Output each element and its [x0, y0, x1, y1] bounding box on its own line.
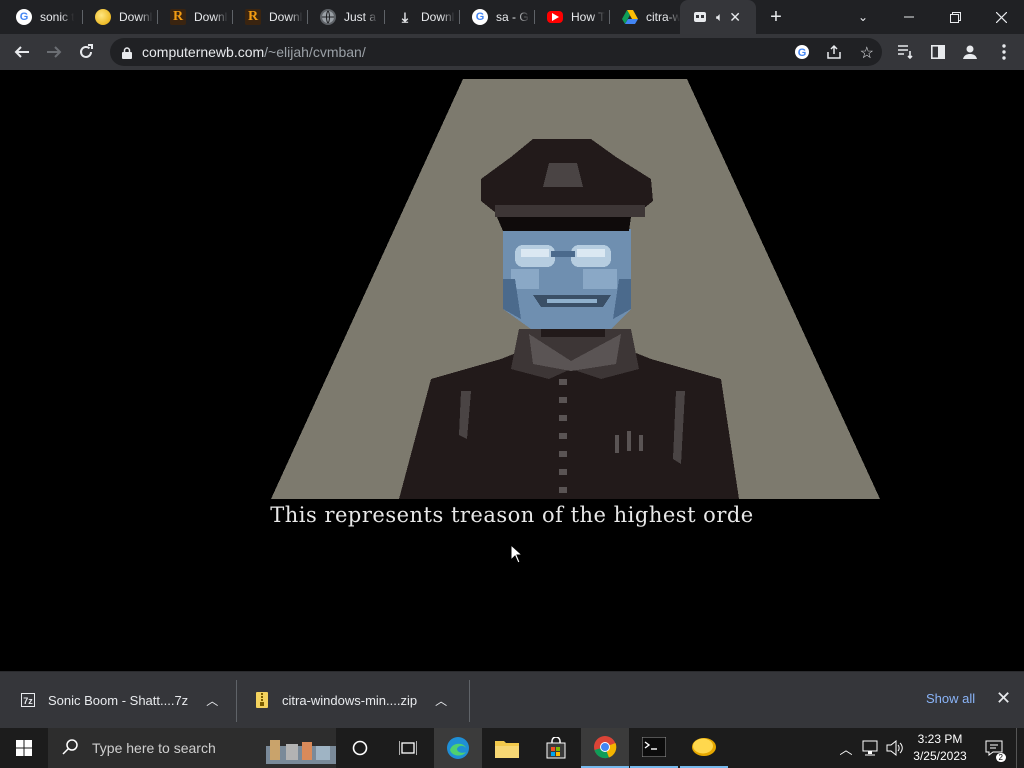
tab-title: Downl [194, 10, 228, 24]
game-icon [692, 9, 708, 25]
tab-title: citra-w [646, 10, 680, 24]
menu-kebab-icon[interactable] [990, 38, 1018, 66]
url-host: computernewb.com [142, 44, 265, 60]
download-item-1[interactable]: citra-windows-min....zip ︿ [254, 672, 447, 728]
notification-count-badge: 2 [995, 753, 1006, 762]
tab-title: How T [571, 10, 605, 24]
google-icon: G [472, 9, 488, 25]
tab-strip: G sonic t Downl R Downl R Downl Just a ⤓… [0, 0, 1024, 34]
task-view-button[interactable] [384, 728, 432, 768]
chevron-up-icon[interactable]: ︿ [435, 692, 447, 709]
url-path: /~elijah/cvmban/ [264, 44, 366, 60]
dialogue-caption: This represents treason of the highest o… [270, 503, 754, 527]
download-filename: citra-windows-min....zip [282, 692, 418, 708]
taskbar-search-box[interactable]: Type here to search [48, 728, 336, 768]
minimize-button[interactable] [886, 0, 932, 34]
tab-title: sa - Gi [496, 10, 530, 24]
archive-icon: 7z [20, 691, 36, 709]
edge-taskbar-icon[interactable] [434, 728, 482, 768]
lock-icon[interactable] [122, 46, 132, 59]
url-text: computernewb.com/~elijah/cvmban/ [142, 44, 366, 60]
reading-list-icon[interactable] [892, 38, 920, 66]
start-button[interactable] [0, 728, 48, 768]
share-icon[interactable] [826, 44, 842, 65]
google-lens-icon[interactable]: G [794, 44, 810, 65]
tab-title: sonic t [40, 10, 74, 24]
tab-4[interactable]: Just a [308, 0, 384, 34]
show-desktop-button[interactable] [1016, 728, 1024, 768]
tab-7[interactable]: How T [535, 0, 609, 34]
tab-8[interactable]: citra-w [610, 0, 680, 34]
search-placeholder: Type here to search [92, 740, 216, 756]
mouse-cursor-icon [510, 544, 524, 564]
page-content: This represents treason of the highest o… [0, 70, 1024, 671]
clock-date: 3/25/2023 [913, 749, 967, 763]
download-separator [236, 680, 237, 722]
svg-text:G: G [798, 47, 807, 59]
google-drive-icon [622, 9, 638, 25]
chevron-up-icon[interactable]: ︿ [206, 692, 218, 709]
system-clock[interactable]: 3:23 PM 3/25/2023 [910, 731, 970, 765]
tab-0[interactable]: G sonic t [4, 0, 82, 34]
tab-3[interactable]: R Downl [233, 0, 307, 34]
terminal-taskbar-icon[interactable] [630, 728, 678, 768]
new-tab-button[interactable]: + [754, 0, 798, 34]
search-icon [62, 738, 78, 758]
bookmark-star-icon[interactable]: ☆ [860, 43, 874, 63]
download-separator [469, 680, 470, 722]
tab-search-button[interactable]: ⌄ [840, 0, 886, 34]
r-logo-icon: R [245, 9, 261, 25]
search-highlight-illustration [266, 740, 336, 764]
speaker-icon[interactable]: 🔈︎ [716, 10, 723, 25]
show-hidden-icons-button[interactable]: ︿ [836, 728, 856, 768]
address-bar[interactable]: computernewb.com/~elijah/cvmban/ G ☆ [110, 38, 882, 66]
youtube-icon [547, 11, 563, 23]
tab-active[interactable]: 🔈︎ ✕ [680, 0, 756, 34]
close-window-button[interactable] [978, 0, 1024, 34]
back-button[interactable] [8, 38, 36, 66]
profile-icon[interactable] [956, 38, 984, 66]
tab-2[interactable]: R Downl [158, 0, 232, 34]
google-icon: G [16, 9, 32, 25]
download-item-0[interactable]: 7z Sonic Boom - Shatt....7z ︿ [20, 672, 218, 728]
side-panel-icon[interactable] [924, 38, 952, 66]
zip-icon [254, 691, 270, 709]
reload-button[interactable] [72, 38, 100, 66]
download-icon: ⤓ [401, 8, 409, 25]
file-explorer-taskbar-icon[interactable] [483, 728, 531, 768]
coin-icon [95, 9, 111, 25]
browser-toolbar: computernewb.com/~elijah/cvmban/ G ☆ [0, 34, 1024, 70]
download-shelf: 7z Sonic Boom - Shatt....7z ︿ citra-wind… [0, 671, 1024, 728]
restore-button[interactable] [932, 0, 978, 34]
tab-title: Downl [421, 10, 455, 24]
tab-title: Downl [119, 10, 153, 24]
notification-center-icon[interactable]: 2 [980, 728, 1008, 768]
game-canvas[interactable] [271, 79, 880, 499]
coin-app-taskbar-icon[interactable] [680, 728, 728, 768]
tab-title: Downl [269, 10, 303, 24]
svg-text:7z: 7z [23, 696, 33, 706]
volume-icon[interactable] [884, 728, 906, 768]
globe-icon [320, 9, 336, 25]
r-logo-icon: R [170, 9, 186, 25]
tab-title: Just a [344, 10, 377, 24]
windows-logo-icon [16, 740, 32, 756]
tab-6[interactable]: G sa - Gi [460, 0, 534, 34]
forward-button[interactable] [40, 38, 68, 66]
show-all-link[interactable]: Show all [926, 691, 975, 706]
clock-time: 3:23 PM [917, 732, 963, 746]
cortana-button[interactable] [336, 728, 384, 768]
store-taskbar-icon[interactable] [532, 728, 580, 768]
windows-taskbar: Type here to search ︿ 3:23 PM 3/25/2023 … [0, 728, 1024, 768]
cap-visor [497, 217, 631, 231]
tab-5[interactable]: ⤓ Downl [385, 0, 459, 34]
network-icon[interactable] [860, 728, 882, 768]
close-shelf-icon[interactable]: ✕ [996, 688, 1011, 709]
download-filename: Sonic Boom - Shatt....7z [48, 692, 189, 708]
tab-1[interactable]: Downl [83, 0, 157, 34]
close-tab-icon[interactable]: ✕ [729, 9, 741, 26]
chrome-taskbar-icon[interactable] [581, 728, 629, 768]
